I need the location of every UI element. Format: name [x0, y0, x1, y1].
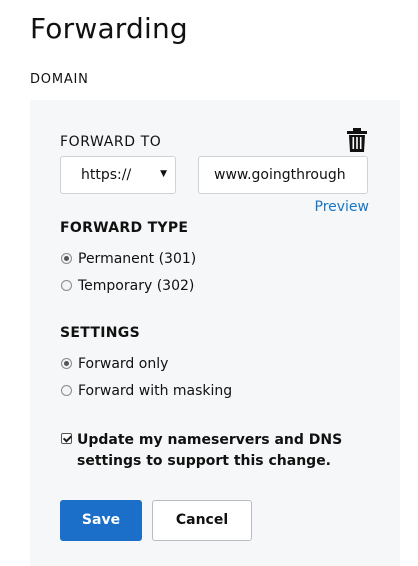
radio-button[interactable]	[61, 253, 72, 264]
forward-to-label: FORWARD TO	[60, 134, 162, 150]
destination-url-input[interactable]: www.goingthrough	[198, 156, 368, 194]
settings-heading: SETTINGS	[60, 325, 140, 341]
radio-button[interactable]	[61, 280, 72, 291]
caret-down-icon: ▼	[160, 169, 167, 179]
section-label-domain: DOMAIN	[30, 72, 89, 87]
radio-label: Forward only	[78, 356, 169, 372]
preview-link[interactable]: Preview	[315, 199, 370, 215]
update-nameservers-checkbox-row[interactable]: Update my nameservers and DNS settings t…	[61, 430, 361, 472]
cancel-button[interactable]: Cancel	[152, 500, 252, 541]
radio-label: Permanent (301)	[78, 251, 197, 267]
protocol-select[interactable]: https:// ▼	[60, 156, 176, 194]
forwarding-page: Forwarding DOMAIN FORWARD TO https:// ▼ …	[0, 0, 418, 566]
forward-type-heading: FORWARD TYPE	[60, 220, 189, 236]
page-title: Forwarding	[30, 12, 188, 45]
update-nameservers-checkbox[interactable]	[61, 433, 72, 444]
radio-label: Temporary (302)	[78, 278, 195, 294]
radio-button[interactable]	[61, 385, 72, 396]
update-nameservers-label: Update my nameservers and DNS settings t…	[77, 432, 343, 469]
radio-label: Forward with masking	[78, 383, 233, 399]
forwarding-panel: FORWARD TO https:// ▼ www.goingthrough P…	[30, 100, 400, 566]
save-button[interactable]: Save	[60, 500, 142, 541]
protocol-select-value: https://	[81, 167, 132, 183]
trash-icon[interactable]	[346, 127, 368, 153]
radio-button[interactable]	[61, 358, 72, 369]
